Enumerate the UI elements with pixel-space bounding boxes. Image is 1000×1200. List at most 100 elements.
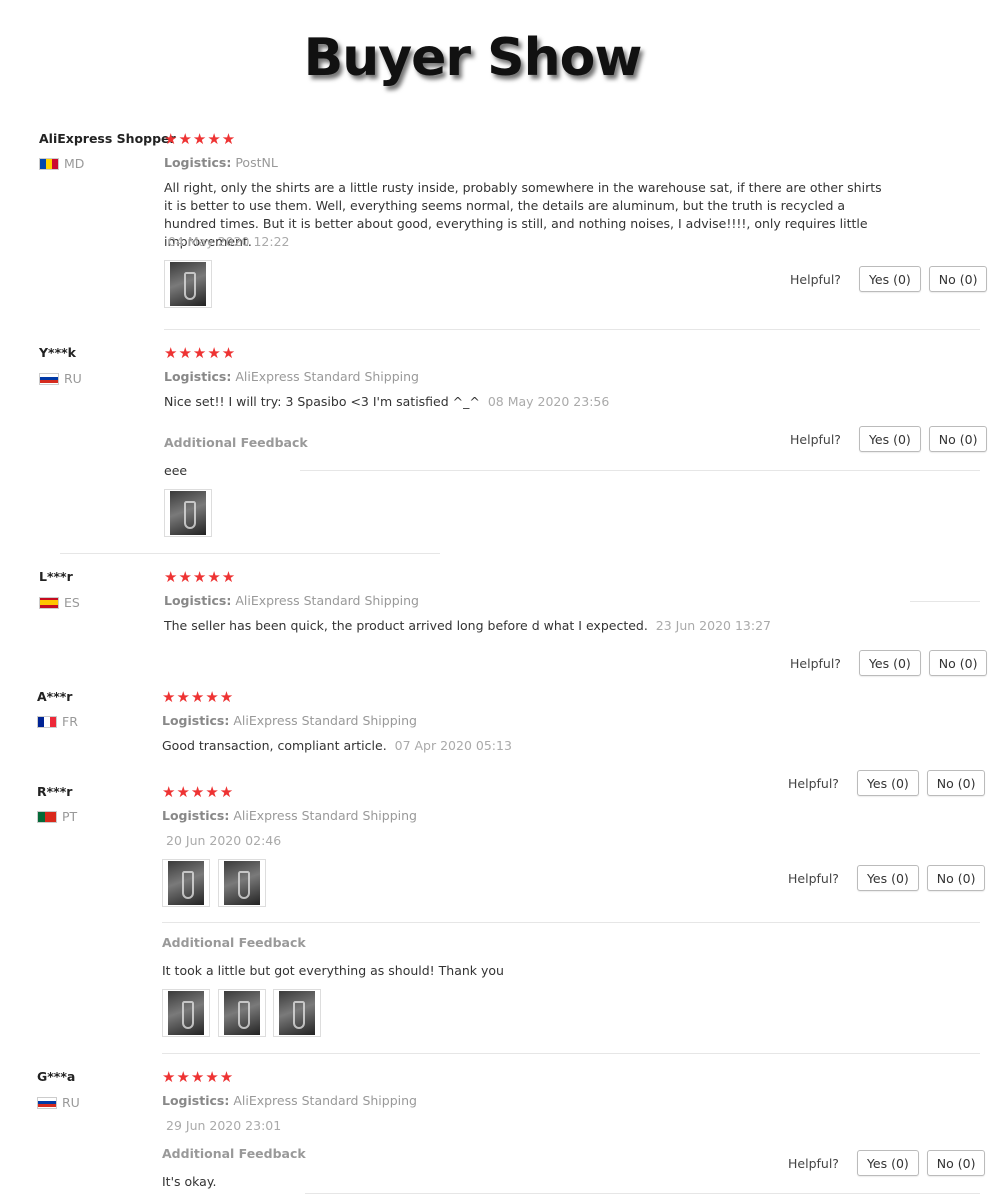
helpful-vote: Helpful? Yes (0) No (0)	[790, 650, 988, 676]
review-text: Good transaction, compliant article. 07 …	[162, 737, 882, 755]
reviewer-country: PT	[37, 809, 77, 824]
review-body: Good transaction, compliant article.	[162, 738, 387, 753]
helpful-label: Helpful?	[790, 271, 841, 287]
helpful-vote: Helpful? Yes (0) No (0)	[790, 426, 988, 452]
yes-button[interactable]: Yes (0)	[858, 426, 921, 452]
reviewer-name: G***a	[37, 1069, 76, 1084]
section-divider	[910, 601, 980, 602]
review-photo[interactable]	[162, 989, 210, 1037]
reviewer-name: AliExpress Shopper	[39, 131, 176, 146]
reviewer-country: RU	[37, 1095, 80, 1110]
logistics-info: Logistics: AliExpress Standard Shipping	[164, 369, 419, 384]
additional-feedback-label: Additional Feedback	[162, 1146, 306, 1161]
review-divider	[162, 1053, 980, 1054]
review-date: 20 Jun 2020 02:46	[166, 833, 282, 848]
flag-pt-icon	[37, 810, 57, 823]
logistics-label: Logistics:	[164, 593, 232, 608]
review-photo[interactable]	[218, 989, 266, 1037]
review-date: 29 Jun 2020 23:01	[166, 1118, 282, 1133]
yes-button[interactable]: Yes (0)	[858, 650, 921, 676]
review-divider	[305, 1193, 980, 1194]
reviewer-country: ES	[39, 595, 80, 610]
flag-fr-icon	[37, 715, 57, 728]
country-code: RU	[64, 371, 82, 386]
logistics-info: Logistics: PostNL	[164, 155, 278, 170]
no-button[interactable]: No (0)	[928, 650, 988, 676]
additional-feedback-label: Additional Feedback	[162, 935, 306, 950]
helpful-label: Helpful?	[788, 870, 839, 886]
logistics-info: Logistics: AliExpress Standard Shipping	[162, 1093, 417, 1108]
country-code: ES	[64, 595, 80, 610]
additional-feedback-label: Additional Feedback	[164, 435, 308, 450]
review-date: 08 May 2020 23:56	[487, 394, 610, 409]
logistics-label: Logistics:	[162, 808, 230, 823]
star-rating: ★★★★★	[162, 1068, 235, 1086]
review-date: 23 Jun 2020 13:27	[655, 618, 771, 633]
flag-ru-icon	[39, 372, 59, 385]
reviewer-country: MD	[39, 156, 84, 171]
star-rating: ★★★★★	[164, 130, 237, 148]
section-divider	[162, 922, 980, 923]
logistics-info: Logistics: AliExpress Standard Shipping	[162, 808, 417, 823]
logistics-value: AliExpress Standard Shipping	[233, 1093, 417, 1108]
reviewer-name: R***r	[37, 784, 73, 799]
helpful-vote: Helpful? Yes (0) No (0)	[788, 770, 986, 796]
review-divider	[60, 553, 440, 554]
review-text: The seller has been quick, the product a…	[164, 617, 924, 635]
review-divider	[164, 329, 980, 330]
no-button[interactable]: No (0)	[928, 426, 988, 452]
star-rating: ★★★★★	[164, 344, 237, 362]
yes-button[interactable]: Yes (0)	[856, 770, 919, 796]
logistics-value: PostNL	[235, 155, 278, 170]
logistics-label: Logistics:	[164, 155, 232, 170]
review-date: 04 May 2020 12:22	[168, 234, 290, 249]
review-photo[interactable]	[273, 989, 321, 1037]
helpful-vote: Helpful? Yes (0) No (0)	[790, 266, 988, 292]
logistics-value: AliExpress Standard Shipping	[233, 713, 417, 728]
logistics-value: AliExpress Standard Shipping	[235, 593, 419, 608]
review-photo[interactable]	[218, 859, 266, 907]
additional-feedback-text: eee	[164, 463, 188, 478]
banner-title: Buyer Show	[303, 28, 643, 88]
country-code: MD	[64, 156, 85, 171]
review-text: Nice set!! I will try: 3 Spasibo <3 I'm …	[164, 393, 884, 411]
yes-button[interactable]: Yes (0)	[858, 266, 921, 292]
review-photo[interactable]	[162, 859, 210, 907]
logistics-label: Logistics:	[162, 713, 230, 728]
reviewer-name: Y***k	[39, 345, 76, 360]
logistics-label: Logistics:	[164, 369, 232, 384]
no-button[interactable]: No (0)	[926, 865, 986, 891]
reviewer-country: FR	[37, 714, 78, 729]
review-photo[interactable]	[164, 260, 212, 308]
flag-es-icon	[39, 596, 59, 609]
helpful-label: Helpful?	[788, 1155, 839, 1171]
flag-ru-icon	[37, 1096, 57, 1109]
review-body: Nice set!! I will try: 3 Spasibo <3 I'm …	[164, 394, 480, 409]
star-rating: ★★★★★	[164, 568, 237, 586]
review-photo[interactable]	[164, 489, 212, 537]
yes-button[interactable]: Yes (0)	[856, 865, 919, 891]
star-rating: ★★★★★	[162, 688, 235, 706]
country-code: RU	[62, 1095, 80, 1110]
helpful-label: Helpful?	[790, 655, 841, 671]
additional-feedback-text: It's okay.	[162, 1174, 217, 1189]
no-button[interactable]: No (0)	[928, 266, 988, 292]
helpful-label: Helpful?	[790, 431, 841, 447]
no-button[interactable]: No (0)	[926, 1150, 986, 1176]
review-date: 07 Apr 2020 05:13	[394, 738, 512, 753]
logistics-info: Logistics: AliExpress Standard Shipping	[162, 713, 417, 728]
logistics-info: Logistics: AliExpress Standard Shipping	[164, 593, 419, 608]
reviewer-name: L***r	[39, 569, 73, 584]
logistics-value: AliExpress Standard Shipping	[233, 808, 417, 823]
star-rating: ★★★★★	[162, 783, 235, 801]
additional-feedback-text: It took a little but got everything as s…	[162, 963, 504, 978]
logistics-label: Logistics:	[162, 1093, 230, 1108]
country-code: FR	[62, 714, 78, 729]
logistics-value: AliExpress Standard Shipping	[235, 369, 419, 384]
flag-md-icon	[39, 157, 59, 170]
country-code: PT	[62, 809, 78, 824]
review-body: The seller has been quick, the product a…	[164, 618, 648, 633]
reviewer-name: A***r	[37, 689, 73, 704]
helpful-vote: Helpful? Yes (0) No (0)	[788, 865, 986, 891]
no-button[interactable]: No (0)	[926, 770, 986, 796]
